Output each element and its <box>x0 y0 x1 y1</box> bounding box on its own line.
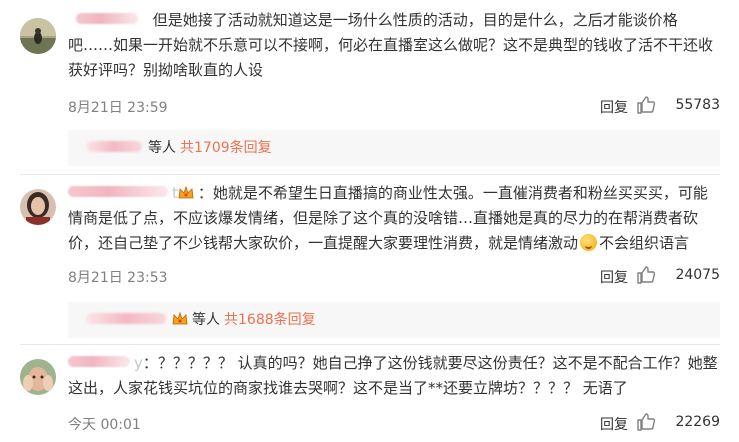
comment-meta: 8月21日 23:53 回复 24075 <box>68 265 720 287</box>
emoji-laugh-icon <box>580 234 598 251</box>
avatar[interactable] <box>20 359 56 395</box>
reply-button[interactable]: 回复 <box>600 414 628 434</box>
view-replies-link[interactable]: 共1688条回复 <box>224 312 316 328</box>
vip-crown-icon <box>178 183 194 199</box>
subreplies-bar[interactable]: 等人 共1688条回复 <box>68 302 720 338</box>
subreplies-label: 等人 <box>148 140 176 156</box>
like-count: 24075 <box>675 267 720 283</box>
comment-meta: 今天 00:01 回复 22269 <box>68 412 720 434</box>
view-replies-link[interactable]: 共1709条回复 <box>180 140 272 156</box>
username[interactable] <box>68 356 130 367</box>
comment-meta: 8月21日 23:59 回复 55783 <box>68 95 720 117</box>
comment-item: t ：她就是不希望生日直播搞的商业性太强。一直催消费者和粉丝买买买，可能情商是低了… <box>0 175 739 343</box>
subreplies-label: 等人 <box>192 312 220 328</box>
replier-names <box>86 141 142 152</box>
comment-content: ：？？？？？ 认真的吗？她自己挣了这份钱就要尽这份责任？这不是不配合工作？她整这… <box>68 354 718 397</box>
comment-content-end: 不会组织语言 <box>599 234 690 252</box>
timestamp: 8月21日 23:59 <box>68 100 168 116</box>
replier-names <box>86 313 166 324</box>
comment-text: 但是她接了活动就知道这是一场什么性质的活动，目的是什么，之后才能谈价格吧……如果… <box>68 8 720 83</box>
thumbs-up-icon[interactable] <box>636 412 656 432</box>
avatar[interactable] <box>20 189 56 225</box>
comment-item: y：？？？？？ 认真的吗？她自己挣了这份钱就要尽这份责任？这不是不配合工作？她整… <box>0 345 739 442</box>
like-count: 22269 <box>675 414 720 430</box>
username-suffix: y <box>134 354 143 372</box>
comment-content: 但是她接了活动就知道这是一场什么性质的活动，目的是什么，之后才能谈价格吧……如果… <box>68 11 714 79</box>
subreplies-bar[interactable]: 等人 共1709条回复 <box>68 130 720 166</box>
timestamp: 8月21日 23:53 <box>68 270 168 286</box>
reply-button[interactable]: 回复 <box>600 97 628 117</box>
reply-button[interactable]: 回复 <box>600 267 628 287</box>
comment-text: y：？？？？？ 认真的吗？她自己挣了这份钱就要尽这份责任？这不是不配合工作？她整… <box>68 351 720 401</box>
thumbs-up-icon[interactable] <box>636 265 656 285</box>
vip-crown-icon <box>172 311 188 326</box>
comment-text: t ：她就是不希望生日直播搞的商业性太强。一直催消费者和粉丝买买买，可能情商是低了… <box>68 183 708 252</box>
username[interactable] <box>68 186 168 197</box>
thumbs-up-icon[interactable] <box>636 95 656 115</box>
username[interactable] <box>76 13 138 24</box>
avatar[interactable] <box>20 18 56 54</box>
like-count: 55783 <box>675 97 720 113</box>
timestamp: 今天 00:01 <box>68 417 141 433</box>
comment-item: 但是她接了活动就知道这是一场什么性质的活动，目的是什么，之后才能谈价格吧……如果… <box>0 0 739 170</box>
